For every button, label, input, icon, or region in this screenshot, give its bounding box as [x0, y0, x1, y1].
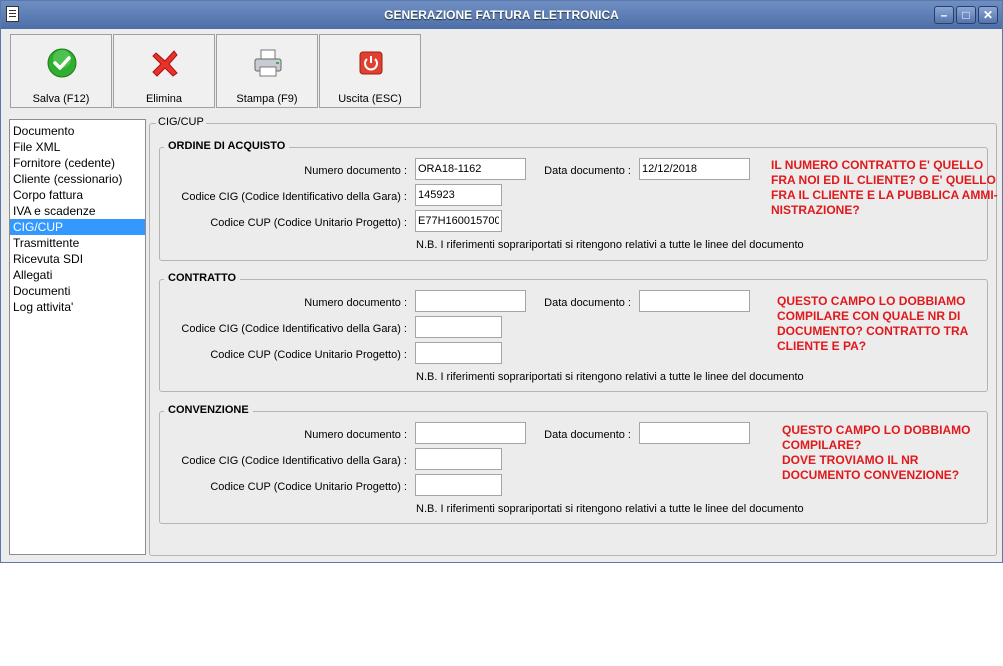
printer-icon	[254, 49, 282, 77]
delete-button[interactable]: Elimina	[113, 34, 215, 108]
print-button[interactable]: Stampa (F9)	[216, 34, 318, 108]
maximize-button[interactable]: □	[956, 6, 976, 24]
sidebar-item-ricevuta-sdi[interactable]: Ricevuta SDI	[10, 251, 145, 267]
minimize-button[interactable]: –	[934, 6, 954, 24]
ordine-numero-label: Numero documento :	[304, 165, 407, 177]
ordine-cup-label: Codice CUP (Codice Unitario Progetto) :	[210, 217, 407, 229]
contratto-data-label: Data documento :	[544, 297, 631, 309]
contratto-cig-field[interactable]	[415, 316, 502, 338]
sidebar-item-cliente[interactable]: Cliente (cessionario)	[10, 171, 145, 187]
panel-title: CIG/CUP	[156, 116, 206, 128]
convenzione-comment: QUESTO CAMPO LO DOBBIAMO COMPILARE? DOVE…	[782, 423, 971, 482]
contratto-title: CONTRATTO	[164, 272, 241, 284]
contratto-data-field[interactable]	[639, 290, 750, 312]
ordine-numero-field[interactable]	[415, 158, 526, 180]
sidebar-item-allegati[interactable]: Allegati	[10, 267, 145, 283]
ordine-cup-field[interactable]	[415, 210, 502, 232]
sidebar-item-log-attivita[interactable]: Log attivita'	[10, 299, 145, 315]
convenzione-cup-field[interactable]	[415, 474, 502, 496]
convenzione-title: CONVENZIONE	[164, 404, 253, 416]
ordine-data-field[interactable]	[639, 158, 750, 180]
title-bar[interactable]: GENERAZIONE FATTURA ELETTRONICA – □ ✕	[1, 1, 1002, 29]
ordine-data-label: Data documento :	[544, 165, 631, 177]
convenzione-data-label: Data documento :	[544, 429, 631, 441]
convenzione-numero-field[interactable]	[415, 422, 526, 444]
sidebar-item-corpo-fattura[interactable]: Corpo fattura	[10, 187, 145, 203]
convenzione-numero-label: Numero documento :	[304, 429, 407, 441]
red-x-icon	[152, 50, 178, 77]
ordine-comment: IL NUMERO CONTRATTO E' QUELLO FRA NOI ED…	[771, 158, 998, 217]
checkmark-icon	[47, 48, 77, 78]
application-window: GENERAZIONE FATTURA ELETTRONICA – □ ✕ Salv…	[0, 0, 1003, 563]
save-button[interactable]: Salva (F12)	[10, 34, 112, 108]
sidebar-item-documento[interactable]: Documento	[10, 123, 145, 139]
close-button[interactable]: ✕	[978, 6, 998, 24]
section-list: Documento File XML Fornitore (cedente) C…	[9, 119, 146, 555]
convenzione-note-nb: N.B. I riferimenti soprariportati si rit…	[416, 503, 804, 515]
sidebar-item-file-xml[interactable]: File XML	[10, 139, 145, 155]
contratto-cup-label: Codice CUP (Codice Unitario Progetto) :	[210, 349, 407, 361]
save-button-label: Salva (F12)	[32, 93, 90, 105]
contratto-note-nb: N.B. I riferimenti soprariportati si rit…	[416, 371, 804, 383]
sidebar-item-fornitore[interactable]: Fornitore (cedente)	[10, 155, 145, 171]
convenzione-cig-label: Codice CIG (Codice Identificativo della …	[181, 455, 407, 467]
ordine-acquisto-title: ORDINE DI ACQUISTO	[164, 140, 290, 152]
sidebar-item-trasmittente[interactable]: Trasmittente	[10, 235, 145, 251]
contratto-numero-label: Numero documento :	[304, 297, 407, 309]
power-icon	[359, 51, 383, 75]
window-title: GENERAZIONE FATTURA ELETTRONICA	[384, 8, 619, 22]
exit-button[interactable]: Uscita (ESC)	[319, 34, 421, 108]
sidebar-item-iva-scadenze[interactable]: IVA e scadenze	[10, 203, 145, 219]
ordine-cig-field[interactable]	[415, 184, 502, 206]
convenzione-cup-label: Codice CUP (Codice Unitario Progetto) :	[210, 481, 407, 493]
contratto-cig-label: Codice CIG (Codice Identificativo della …	[181, 323, 407, 335]
print-button-label: Stampa (F9)	[236, 93, 298, 105]
convenzione-cig-field[interactable]	[415, 448, 502, 470]
convenzione-data-field[interactable]	[639, 422, 750, 444]
contratto-numero-field[interactable]	[415, 290, 526, 312]
ordine-cig-label: Codice CIG (Codice Identificativo della …	[181, 191, 407, 203]
exit-button-label: Uscita (ESC)	[338, 93, 402, 105]
contratto-comment: QUESTO CAMPO LO DOBBIAMO COMPILARE CON Q…	[777, 294, 969, 353]
sidebar-item-documenti[interactable]: Documenti	[10, 283, 145, 299]
ordine-note-nb: N.B. I riferimenti soprariportati si rit…	[416, 239, 804, 251]
sidebar-item-cig-cup[interactable]: CIG/CUP	[10, 219, 145, 235]
contratto-cup-field[interactable]	[415, 342, 502, 364]
delete-button-label: Elimina	[145, 93, 183, 105]
